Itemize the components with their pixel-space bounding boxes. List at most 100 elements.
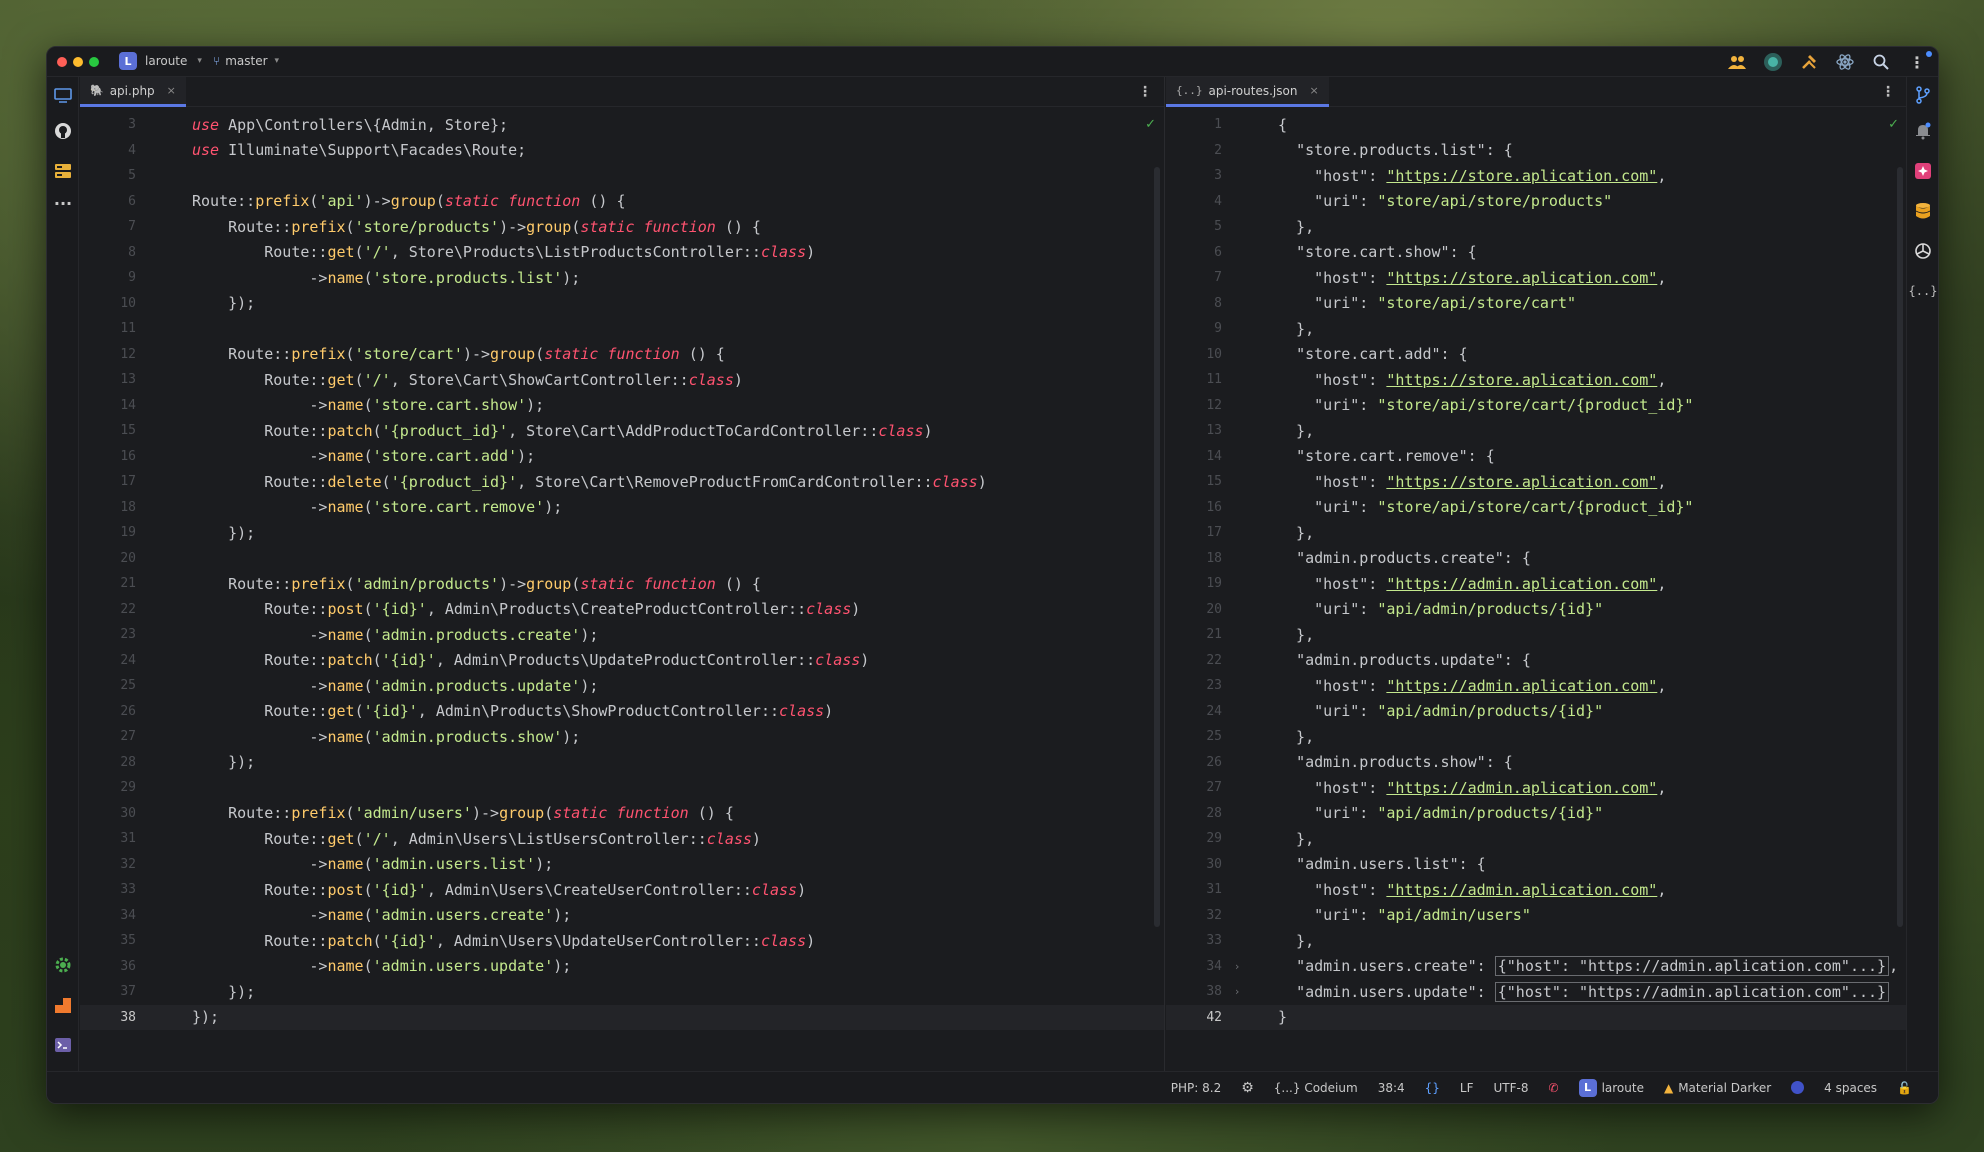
code-line[interactable]: 36 ->name('admin.users.update'); bbox=[80, 954, 1164, 979]
code-line[interactable]: 33 Route::post('{id}', Admin\Users\Creat… bbox=[80, 877, 1164, 902]
close-tab-icon[interactable]: × bbox=[167, 84, 176, 97]
code-line[interactable]: 18 ->name('store.cart.remove'); bbox=[80, 495, 1164, 520]
project-status[interactable]: L laroute bbox=[1578, 1078, 1644, 1097]
code-token[interactable]: "https://admin.aplication.com" bbox=[1386, 881, 1657, 899]
status-circle-icon[interactable] bbox=[1791, 1081, 1805, 1094]
code-line[interactable]: 14 ->name('store.cart.show'); bbox=[80, 393, 1164, 418]
code-line[interactable]: 11 bbox=[80, 316, 1164, 341]
code-line[interactable]: 4 "uri": "store/api/store/products" bbox=[1166, 189, 1907, 214]
code-line[interactable]: 29 bbox=[80, 775, 1164, 800]
code-line[interactable]: 22 "admin.products.update": { bbox=[1166, 648, 1907, 673]
code-line[interactable]: 12 "uri": "store/api/store/cart/{product… bbox=[1166, 393, 1907, 418]
code-line[interactable]: 20 bbox=[80, 546, 1164, 571]
code-line[interactable]: 5 }, bbox=[1166, 214, 1907, 239]
openai-icon[interactable] bbox=[1911, 239, 1935, 263]
more-options-icon[interactable]: ⋮ bbox=[1906, 51, 1928, 73]
lock-icon[interactable]: 🔓 bbox=[1897, 1081, 1912, 1095]
code-line[interactable]: 19 }); bbox=[80, 520, 1164, 545]
code-token[interactable]: "https://store.aplication.com" bbox=[1386, 473, 1657, 491]
hammer-icon[interactable] bbox=[1798, 51, 1820, 73]
code-token[interactable]: {"host": "https://admin.aplication.com".… bbox=[1494, 981, 1890, 1002]
ai-assistant-icon[interactable] bbox=[1911, 159, 1935, 183]
code-line[interactable]: 21 Route::prefix('admin/products')->grou… bbox=[80, 571, 1164, 596]
code-line[interactable]: 24 "uri": "api/admin/products/{id}" bbox=[1166, 699, 1907, 724]
code-token[interactable]: {"host": "https://admin.aplication.com".… bbox=[1494, 956, 1890, 976]
code-token[interactable]: "https://admin.aplication.com" bbox=[1386, 779, 1657, 797]
code-line[interactable]: 28 "uri": "api/admin/products/{id}" bbox=[1166, 801, 1907, 826]
settings-gear-icon[interactable]: ⚙ bbox=[1241, 1080, 1254, 1096]
json-code-area[interactable]: 1{2 "store.products.list": {3 "host": "h… bbox=[1166, 108, 1907, 1071]
code-line[interactable]: 37 }); bbox=[80, 979, 1164, 1004]
code-line[interactable]: 29 }, bbox=[1166, 826, 1907, 851]
close-tab-icon[interactable]: × bbox=[1309, 84, 1318, 97]
code-line[interactable]: 7 Route::prefix('store/products')->group… bbox=[80, 214, 1164, 239]
code-token[interactable]: "https://store.aplication.com" bbox=[1386, 371, 1657, 389]
code-line[interactable]: 14 "store.cart.remove": { bbox=[1166, 444, 1907, 469]
code-line[interactable]: 31 Route::get('/', Admin\Users\ListUsers… bbox=[80, 826, 1164, 851]
tab-options-icon[interactable]: ⋮ bbox=[1881, 84, 1895, 100]
code-line[interactable]: 26 "admin.products.show": { bbox=[1166, 750, 1907, 775]
branch-selector[interactable]: ⑂ master ▾ bbox=[213, 54, 279, 68]
tab-api-php[interactable]: 🐘 api.php × bbox=[80, 77, 186, 107]
project-selector[interactable]: L laroute ▾ bbox=[119, 52, 202, 70]
project-view-icon[interactable] bbox=[51, 83, 75, 107]
code-line[interactable]: 17 }, bbox=[1166, 520, 1907, 545]
php-code-area[interactable]: 3 use App\Controllers\{Admin, Store}; 4 use… bbox=[80, 108, 1164, 1071]
code-line[interactable]: 18 "admin.products.create": { bbox=[1166, 546, 1907, 571]
code-line[interactable]: 26 Route::get('{id}', Admin\Products\Sho… bbox=[80, 699, 1164, 724]
code-line[interactable]: 16 "uri": "store/api/store/cart/{product… bbox=[1166, 495, 1907, 520]
record-icon[interactable] bbox=[1762, 51, 1784, 73]
code-line[interactable]: 8 "uri": "store/api/store/cart" bbox=[1166, 291, 1907, 316]
more-tools-icon[interactable]: ··· bbox=[51, 191, 75, 215]
code-line[interactable]: 38 › "admin.users.update": {"host": "http… bbox=[1166, 979, 1907, 1004]
code-line[interactable]: 17 Route::delete('{product_id}', Store\C… bbox=[80, 469, 1164, 494]
minimize-window-button[interactable] bbox=[73, 57, 83, 67]
code-line[interactable]: 23 "host": "https://admin.aplication.com… bbox=[1166, 673, 1907, 698]
code-line[interactable]: 34 ->name('admin.users.create'); bbox=[80, 903, 1164, 928]
code-line[interactable]: 34 › "admin.users.create": {"host": "http… bbox=[1166, 954, 1907, 979]
code-line[interactable]: 8 Route::get('/', Store\Products\ListPro… bbox=[80, 240, 1164, 265]
code-line[interactable]: 13 }, bbox=[1166, 418, 1907, 443]
braces-icon[interactable]: {} bbox=[1425, 1081, 1440, 1095]
tab-api-routes-json[interactable]: {..} api-routes.json × bbox=[1166, 77, 1329, 107]
code-line[interactable]: 22 Route::post('{id}', Admin\Products\Cr… bbox=[80, 597, 1164, 622]
atom-icon[interactable] bbox=[1834, 51, 1856, 73]
git-branch-icon[interactable] bbox=[1911, 83, 1935, 107]
database-icon[interactable] bbox=[1911, 199, 1935, 223]
vertical-scrollbar[interactable] bbox=[1154, 167, 1160, 927]
vertical-scrollbar[interactable] bbox=[1897, 167, 1903, 927]
settings-gear-icon[interactable] bbox=[51, 953, 75, 977]
code-line[interactable]: 9 }, bbox=[1166, 316, 1907, 341]
code-line[interactable]: 10 "store.cart.add": { bbox=[1166, 342, 1907, 367]
search-icon[interactable] bbox=[1870, 51, 1892, 73]
code-line[interactable]: 31 "host": "https://admin.aplication.com… bbox=[1166, 877, 1907, 902]
maximize-window-button[interactable] bbox=[89, 57, 99, 67]
code-line[interactable]: 1{ bbox=[1166, 112, 1907, 137]
code-line[interactable]: 7 "host": "https://store.aplication.com"… bbox=[1166, 265, 1907, 290]
notifications-bell-icon[interactable] bbox=[1911, 119, 1935, 143]
code-line[interactable]: 25 ->name('admin.products.update'); bbox=[80, 673, 1164, 698]
code-line[interactable]: 10 }); bbox=[80, 291, 1164, 316]
code-token[interactable]: "https://store.aplication.com" bbox=[1386, 167, 1657, 185]
code-line[interactable]: 15 "host": "https://store.aplication.com… bbox=[1166, 469, 1907, 494]
code-line[interactable]: 28 }); bbox=[80, 750, 1164, 775]
code-line[interactable]: 19 "host": "https://admin.aplication.com… bbox=[1166, 571, 1907, 596]
code-line[interactable]: 24 Route::patch('{id}', Admin\Products\U… bbox=[80, 648, 1164, 673]
code-line[interactable]: 3 "host": "https://store.aplication.com"… bbox=[1166, 163, 1907, 188]
code-line[interactable]: 2 "store.products.list": { bbox=[1166, 138, 1907, 163]
code-line[interactable]: 4 use Illuminate\Support\Facades\Route; bbox=[80, 138, 1164, 163]
code-line[interactable]: 35 Route::patch('{id}', Admin\Users\Upda… bbox=[80, 928, 1164, 953]
code-line[interactable]: 30 "admin.users.list": { bbox=[1166, 852, 1907, 877]
code-line[interactable]: 38}); bbox=[80, 1004, 1164, 1030]
code-line[interactable]: 42} bbox=[1166, 1004, 1907, 1030]
json-tool-icon[interactable]: {..} bbox=[1909, 279, 1938, 303]
code-line[interactable]: 6 "store.cart.show": { bbox=[1166, 240, 1907, 265]
code-line[interactable]: 5 bbox=[80, 163, 1164, 188]
tab-options-icon[interactable]: ⋮ bbox=[1138, 84, 1152, 100]
code-line[interactable]: 11 "host": "https://store.aplication.com… bbox=[1166, 367, 1907, 392]
indent-setting[interactable]: 4 spaces bbox=[1824, 1081, 1877, 1095]
fold-toggle-icon[interactable]: › bbox=[1226, 960, 1248, 973]
php-version[interactable]: PHP: 8.2 bbox=[1171, 1081, 1221, 1095]
cursor-position[interactable]: 38:4 bbox=[1378, 1081, 1405, 1095]
code-line[interactable]: 6 Route::prefix('api')->group(static func… bbox=[80, 189, 1164, 214]
